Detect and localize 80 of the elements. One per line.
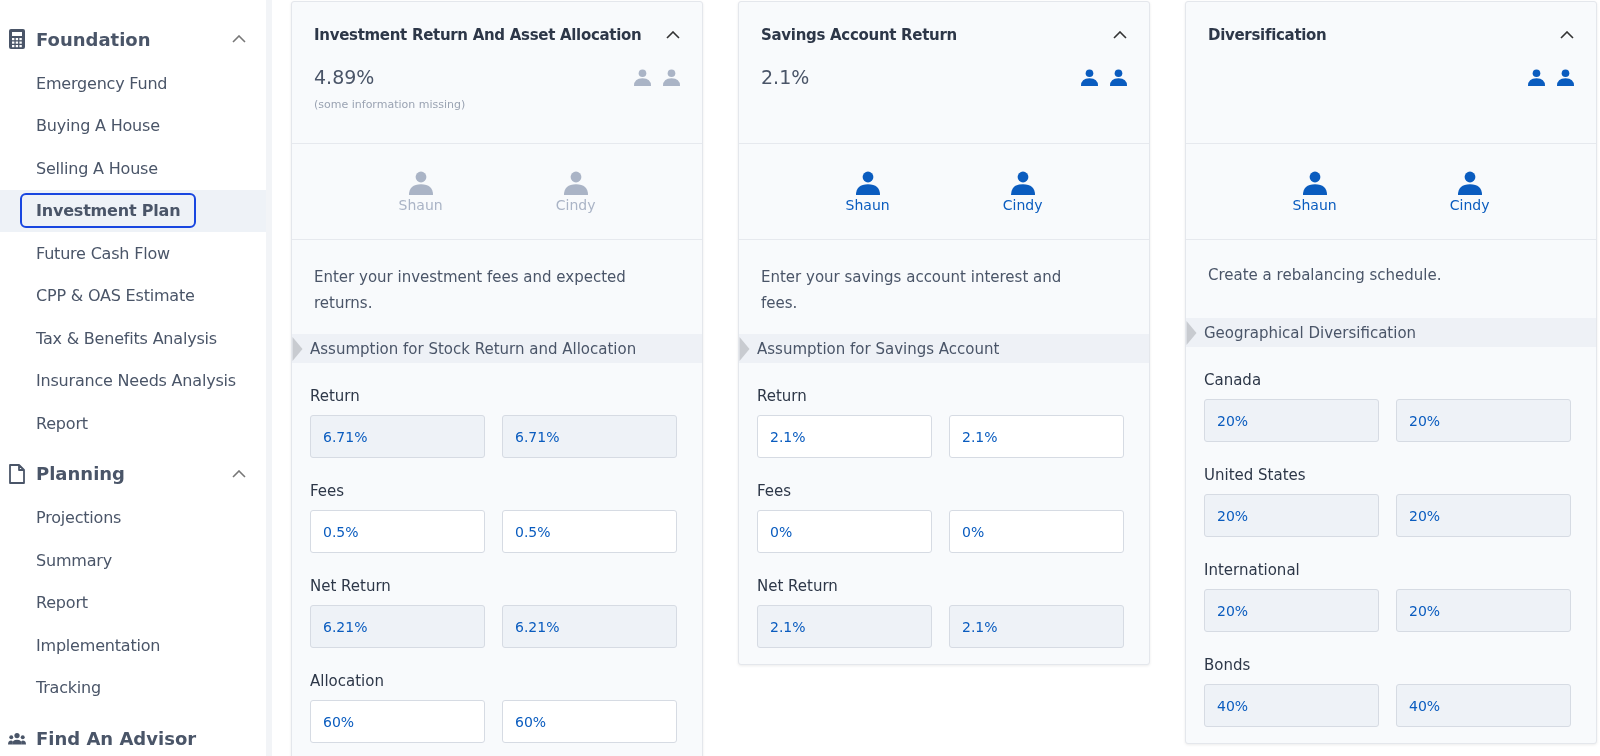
section-header[interactable]: Geographical Diversification: [1186, 318, 1596, 347]
field-label: Net Return: [310, 577, 392, 595]
input-field[interactable]: 40%: [1396, 684, 1571, 727]
section-title[interactable]: Find An Advisor: [36, 727, 246, 749]
sidebar-item[interactable]: Implementation: [18, 627, 179, 663]
field-label: Return: [310, 387, 361, 405]
input-field[interactable]: 20%: [1204, 399, 1379, 442]
chevron-up-icon[interactable]: [666, 31, 680, 39]
card-description: Enter your investment fees and expected returns.: [313, 267, 627, 314]
input-field[interactable]: 0.5%: [502, 510, 677, 553]
input-field[interactable]: 0.5%: [310, 510, 485, 553]
input-field[interactable]: 2.1%: [949, 415, 1124, 458]
input-field[interactable]: 2.1%: [757, 415, 932, 458]
calculator-icon: [8, 29, 26, 49]
sidebar-item[interactable]: Insurance Needs Analysis: [18, 363, 254, 399]
sidebar-item[interactable]: Summary: [18, 542, 130, 578]
field-label: Net Return: [757, 577, 839, 595]
input-field[interactable]: 2.1%: [757, 605, 932, 648]
sidebar-item[interactable]: Future Cash Flow: [18, 235, 188, 271]
sidebar-item[interactable]: Emergency Fund: [18, 65, 186, 101]
document-icon: [8, 463, 26, 484]
person-tab[interactable]: Shaun: [841, 166, 894, 217]
field-label: Fees: [310, 482, 346, 500]
person-icon: [1010, 170, 1035, 195]
card-title: Investment Return And Asset Allocation: [314, 26, 642, 44]
section-header[interactable]: Assumption for Stock Return and Allocation: [292, 334, 702, 363]
input-field[interactable]: 40%: [1204, 684, 1379, 727]
person-icon: [855, 170, 880, 195]
field-label: Return: [757, 387, 808, 405]
card-value: 2.1%: [761, 66, 810, 88]
chevron-up-icon[interactable]: [1560, 31, 1574, 39]
card-description: Enter your savings account interest and fees.: [760, 267, 1063, 314]
input-field[interactable]: 6.71%: [310, 415, 485, 458]
input-field[interactable]: 20%: [1204, 589, 1379, 632]
sidebar-item[interactable]: Selling A House: [18, 150, 176, 186]
sidebar-item[interactable]: Tax & Benefits Analysis: [18, 320, 235, 356]
person-icon: [1457, 170, 1482, 195]
input-field[interactable]: 6.21%: [502, 605, 677, 648]
input-field[interactable]: 20%: [1396, 589, 1571, 632]
info-note: (some information missing): [314, 98, 467, 111]
section-title[interactable]: Planning: [36, 463, 232, 484]
card-value: 4.89%: [314, 66, 375, 88]
input-field[interactable]: 20%: [1204, 494, 1379, 537]
sidebar-item[interactable]: Investment Plan: [20, 193, 197, 229]
sidebar-item[interactable]: Tracking: [18, 670, 119, 706]
input-field[interactable]: 20%: [1396, 494, 1571, 537]
card-title: Diversification: [1208, 26, 1327, 44]
field-label: International: [1204, 561, 1301, 579]
person-tab[interactable]: Cindy: [998, 166, 1047, 217]
sidebar-item[interactable]: Report: [18, 585, 106, 621]
triangle-icon: [739, 336, 750, 361]
person-tab[interactable]: Shaun: [1288, 166, 1341, 217]
input-field[interactable]: 20%: [1396, 399, 1571, 442]
section-title[interactable]: Foundation: [36, 28, 232, 50]
field-label: Bonds: [1204, 656, 1252, 674]
field-label: Allocation: [310, 672, 385, 690]
card-description: Create a rebalancing schedule.: [1207, 265, 1443, 286]
sidebar-item[interactable]: Report: [18, 405, 106, 441]
person-icon: [408, 170, 433, 195]
field-label: Canada: [1204, 371, 1263, 389]
input-field[interactable]: 0%: [949, 510, 1124, 553]
sidebar-item[interactable]: Projections: [18, 500, 140, 536]
chevron-up-icon[interactable]: [1113, 31, 1127, 39]
sidebar-item[interactable]: Buying A House: [18, 108, 178, 144]
field-label: United States: [1204, 466, 1307, 484]
input-field[interactable]: 2.1%: [949, 605, 1124, 648]
section-header[interactable]: Assumption for Savings Account: [739, 334, 1149, 363]
card-title: Savings Account Return: [761, 26, 957, 44]
triangle-icon: [292, 336, 303, 361]
input-field[interactable]: 6.21%: [310, 605, 485, 648]
input-field[interactable]: 60%: [310, 700, 485, 743]
input-field[interactable]: 60%: [502, 700, 677, 743]
person-icon: [563, 170, 588, 195]
input-field[interactable]: 0%: [757, 510, 932, 553]
person-icon: [1302, 170, 1327, 195]
field-label: Fees: [757, 482, 793, 500]
input-field[interactable]: 6.71%: [502, 415, 677, 458]
sidebar-item[interactable]: CPP & OAS Estimate: [18, 278, 213, 314]
triangle-icon: [1186, 320, 1197, 345]
person-tab[interactable]: Cindy: [1445, 166, 1494, 217]
